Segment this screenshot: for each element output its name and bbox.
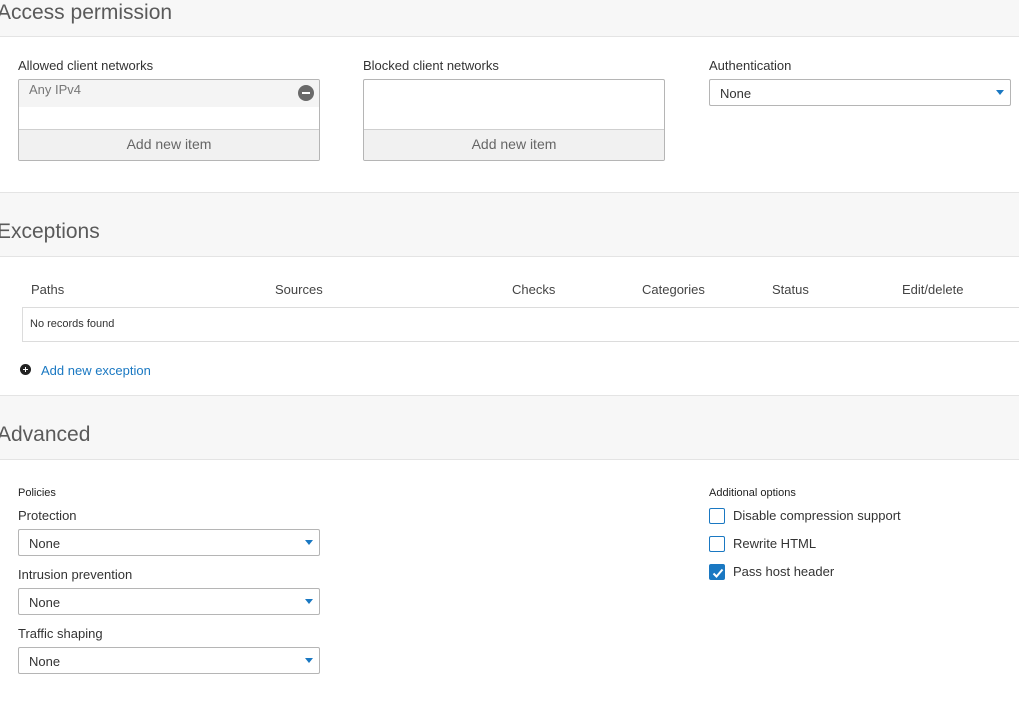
column-header-checks[interactable]: Checks [512,282,555,297]
traffic-shaping-value: None [29,654,61,669]
chevron-down-icon [305,599,313,604]
list-item: Any IPv4 [19,80,319,107]
rewrite-html-checkbox[interactable] [709,536,725,552]
protection-select[interactable]: None [18,529,320,556]
intrusion-prevention-value: None [29,595,61,610]
additional-options-heading: Additional options [709,487,796,499]
section-title-access-permission: Access permission [0,1,173,24]
authentication-value: None [720,86,752,101]
column-header-paths[interactable]: Paths [31,282,64,297]
allowed-networks-label: Allowed client networks [18,58,154,73]
pass-host-header-label[interactable]: Pass host header [733,564,834,579]
remove-icon[interactable] [298,85,314,101]
exceptions-table-body: No records found [22,307,1019,342]
add-allowed-network-button[interactable]: Add new item [19,129,319,160]
column-header-status[interactable]: Status [772,282,809,297]
list-item-label: Any IPv4 [29,82,82,97]
section-title-exceptions: Exceptions [0,220,100,243]
disable-compression-checkbox[interactable] [709,508,725,524]
add-exception-label[interactable]: Add new exception [41,363,151,378]
checkmark-icon [712,568,724,578]
protection-value: None [29,536,61,551]
section-title-advanced: Advanced [0,423,91,446]
column-header-sources[interactable]: Sources [275,282,323,297]
blocked-networks-label: Blocked client networks [363,58,499,73]
column-header-edit-delete: Edit/delete [902,282,964,297]
authentication-select[interactable]: None [709,79,1011,106]
column-header-categories[interactable]: Categories [642,282,705,297]
intrusion-prevention-label: Intrusion prevention [18,567,133,582]
pass-host-header-checkbox[interactable] [709,564,725,580]
chevron-down-icon [305,658,313,663]
protection-label: Protection [18,508,77,523]
intrusion-prevention-select[interactable]: None [18,588,320,615]
rewrite-html-label[interactable]: Rewrite HTML [733,536,816,551]
add-blocked-network-button[interactable]: Add new item [364,129,664,160]
authentication-label: Authentication [709,58,792,73]
access-permission-header: Access permission [0,0,1019,37]
traffic-shaping-select[interactable]: None [18,647,320,674]
blocked-networks-list: Add new item [363,79,665,161]
policies-heading: Policies [18,487,56,499]
allowed-networks-list: Any IPv4 Add new item [18,79,320,161]
disable-compression-label[interactable]: Disable compression support [733,508,901,523]
plus-circle-icon [20,364,31,375]
advanced-header: Advanced [0,395,1019,460]
traffic-shaping-label: Traffic shaping [18,626,103,641]
chevron-down-icon [305,540,313,545]
empty-state-text: No records found [30,318,115,330]
chevron-down-icon [996,90,1004,95]
exceptions-header: Exceptions [0,192,1019,257]
